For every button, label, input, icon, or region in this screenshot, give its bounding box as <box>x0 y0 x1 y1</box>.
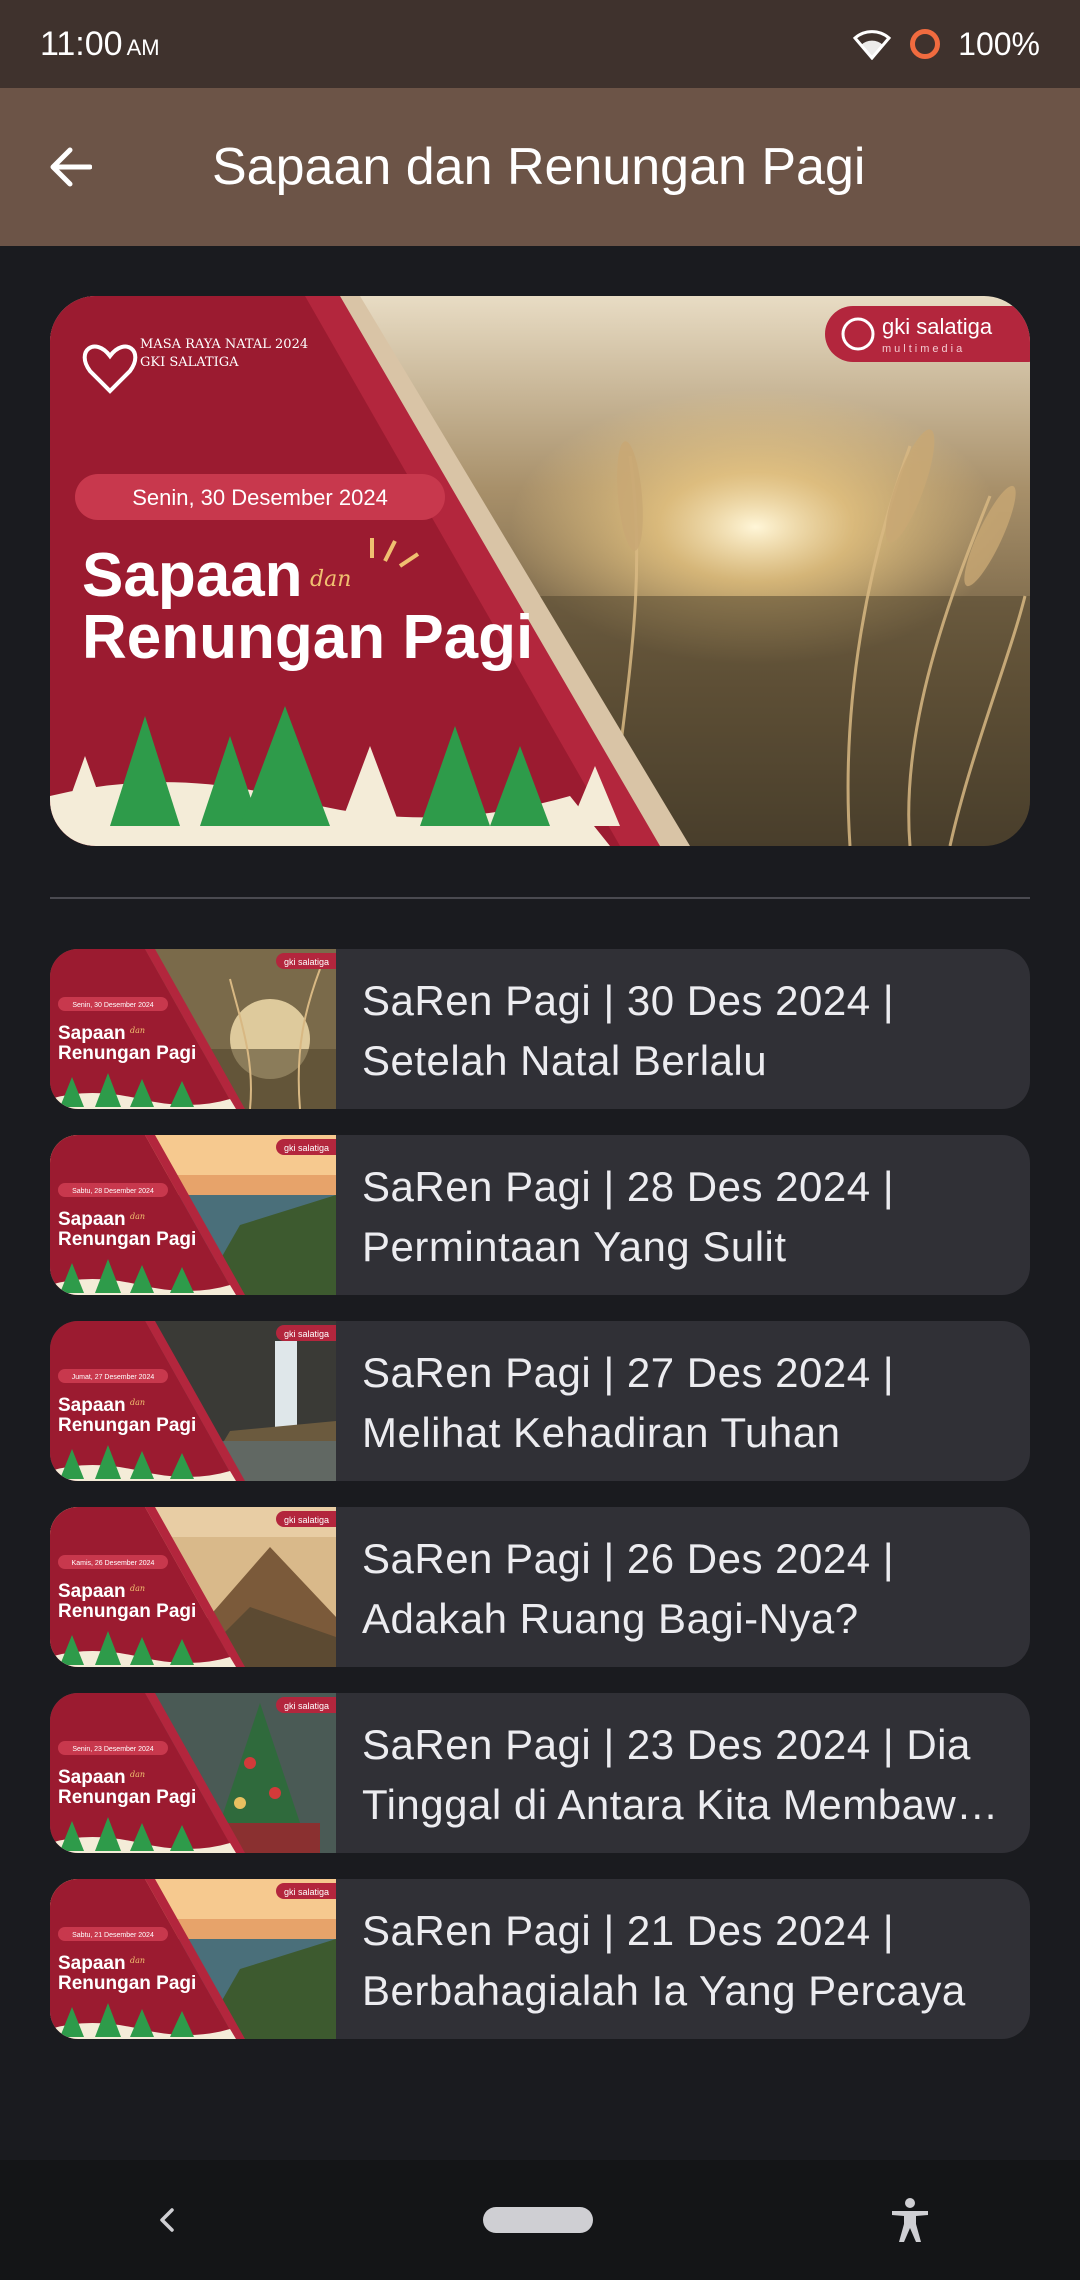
thumb-title-line1: Sapaan <box>58 1395 126 1416</box>
thumb-title-line1: Sapaan <box>58 1209 126 1230</box>
video-list-item[interactable]: Sabtu, 21 Desember 2024 Sapaan dan Renungan… <box>50 1879 1030 2039</box>
video-title: SaRen Pagi | 21 Des 2024 | Berbahagialah… <box>362 1907 966 2014</box>
thumb-brand: gki salatiga <box>284 1329 329 1339</box>
hero-banner-art: MASA RAYA NATAL 2024 GKI SALATIGA Senin,… <box>50 296 1030 846</box>
video-title: SaRen Pagi | 27 Des 2024 | Melihat Kehad… <box>362 1349 895 1456</box>
wifi-icon <box>853 30 892 60</box>
thumb-brand: gki salatiga <box>284 1887 329 1897</box>
thumb-title-dan: dan <box>130 1212 145 1221</box>
thumb-date: Kamis, 26 Desember 2024 <box>72 1560 155 1567</box>
status-bar: 11:00 AM 100% <box>0 0 1080 88</box>
thumb-brand: gki salatiga <box>284 1701 329 1711</box>
content: MASA RAYA NATAL 2024 GKI SALATIGA Senin,… <box>0 246 1080 2160</box>
hero-title-line1: Sapaan <box>82 541 303 610</box>
nav-home-pill[interactable] <box>482 2207 593 2233</box>
hero-title-line2: Renungan Pagi <box>82 603 533 672</box>
hero-event-line2: GKI SALATIGA <box>140 355 239 370</box>
status-ampm: AM <box>126 34 160 60</box>
video-thumbnail: Senin, 23 Desember 2024 Sapaan dan Renungan… <box>50 1693 336 1853</box>
hero-banner[interactable]: MASA RAYA NATAL 2024 GKI SALATIGA Senin,… <box>50 296 1030 846</box>
video-thumbnail: Sabtu, 28 Desember 2024 Sapaan dan Renungan… <box>50 1135 336 1295</box>
thumb-title-line2: Renungan Pagi <box>58 1043 196 1064</box>
thumb-title-line1: Sapaan <box>58 1953 126 1974</box>
hero-date: Senin, 30 Desember 2024 <box>132 485 388 510</box>
video-title: SaRen Pagi | 26 Des 2024 | Adakah Ruang … <box>362 1535 895 1642</box>
video-thumbnail: Kamis, 26 Desember 2024 Sapaan dan Renungan… <box>50 1507 336 1667</box>
battery-ring-icon <box>910 29 941 59</box>
arrow-left-icon <box>50 147 92 187</box>
thumb-brand: gki salatiga <box>284 1143 329 1153</box>
back-button[interactable] <box>0 88 140 246</box>
video-title: SaRen Pagi | 30 Des 2024 | Setelah Natal… <box>362 977 895 1084</box>
video-thumbnail: Sabtu, 21 Desember 2024 Sapaan dan Renungan… <box>50 1879 336 2039</box>
thumb-title-line2: Renungan Pagi <box>58 1787 196 1808</box>
thumb-title-line2: Renungan Pagi <box>58 1415 196 1436</box>
status-icons: 100% <box>852 26 1040 63</box>
thumb-date: Sabtu, 28 Desember 2024 <box>72 1188 154 1195</box>
thumb-title-line1: Sapaan <box>58 1767 126 1788</box>
video-title: SaRen Pagi | 23 Des 2024 | Dia Tinggal d… <box>362 1721 981 1843</box>
thumb-date: Sabtu, 21 Desember 2024 <box>72 1932 154 1939</box>
video-list-item[interactable]: Kamis, 26 Desember 2024 Sapaan dan Renungan… <box>50 1507 1030 1667</box>
system-nav-bar <box>0 2160 1080 2280</box>
thumb-title-dan: dan <box>130 1398 145 1407</box>
video-list-item[interactable]: Jumat, 27 Desember 2024 Sapaan dan Renungan… <box>50 1321 1030 1481</box>
video-title: SaRen Pagi | 28 Des 2024 | Permintaan Ya… <box>362 1163 895 1270</box>
thumb-date: Jumat, 27 Desember 2024 <box>72 1374 155 1381</box>
video-thumbnail: Senin, 30 Desember 2024 Sapaan dan Renungan… <box>50 949 336 1109</box>
video-list-item[interactable]: Senin, 30 Desember 2024 Sapaan dan Renungan… <box>50 949 1030 1109</box>
accessibility-icon[interactable] <box>888 2196 932 2244</box>
app-bar: Sapaan dan Renungan Pagi <box>0 88 1080 246</box>
video-list: Senin, 30 Desember 2024 Sapaan dan Renungan… <box>50 949 1030 2065</box>
video-list-item[interactable]: Sabtu, 28 Desember 2024 Sapaan dan Renungan… <box>50 1135 1030 1295</box>
status-clock: 11:00 <box>40 24 123 63</box>
thumb-title-line2: Renungan Pagi <box>58 1229 196 1250</box>
thumb-title-dan: dan <box>130 1026 145 1035</box>
thumb-brand: gki salatiga <box>284 1515 329 1525</box>
video-list-item[interactable]: Senin, 23 Desember 2024 Sapaan dan Renungan… <box>50 1693 1030 1853</box>
status-time: 11:00 AM <box>40 25 160 64</box>
thumb-title-line2: Renungan Pagi <box>58 1601 196 1622</box>
video-thumbnail: Jumat, 27 Desember 2024 Sapaan dan Renungan… <box>50 1321 336 1481</box>
thumb-title-dan: dan <box>130 1770 145 1779</box>
hero-brand-sub: multimedia <box>882 343 965 355</box>
hero-brand: gki salatiga <box>882 314 993 339</box>
thumb-title-line1: Sapaan <box>58 1581 126 1602</box>
battery-percent: 100% <box>958 25 1040 62</box>
thumb-brand: gki salatiga <box>284 957 329 967</box>
thumb-title-dan: dan <box>130 1584 145 1593</box>
thumb-date: Senin, 30 Desember 2024 <box>72 1002 153 1009</box>
nav-back-icon[interactable] <box>148 2200 188 2240</box>
thumb-title-line2: Renungan Pagi <box>58 1973 196 1994</box>
hero-title-dan: dan <box>310 567 351 592</box>
thumb-title-dan: dan <box>130 1956 145 1965</box>
page-title: Sapaan dan Renungan Pagi <box>212 138 866 196</box>
divider <box>50 897 1030 899</box>
thumb-date: Senin, 23 Desember 2024 <box>72 1746 153 1753</box>
thumb-title-line1: Sapaan <box>58 1023 126 1044</box>
hero-event-line1: MASA RAYA NATAL 2024 <box>140 337 308 352</box>
